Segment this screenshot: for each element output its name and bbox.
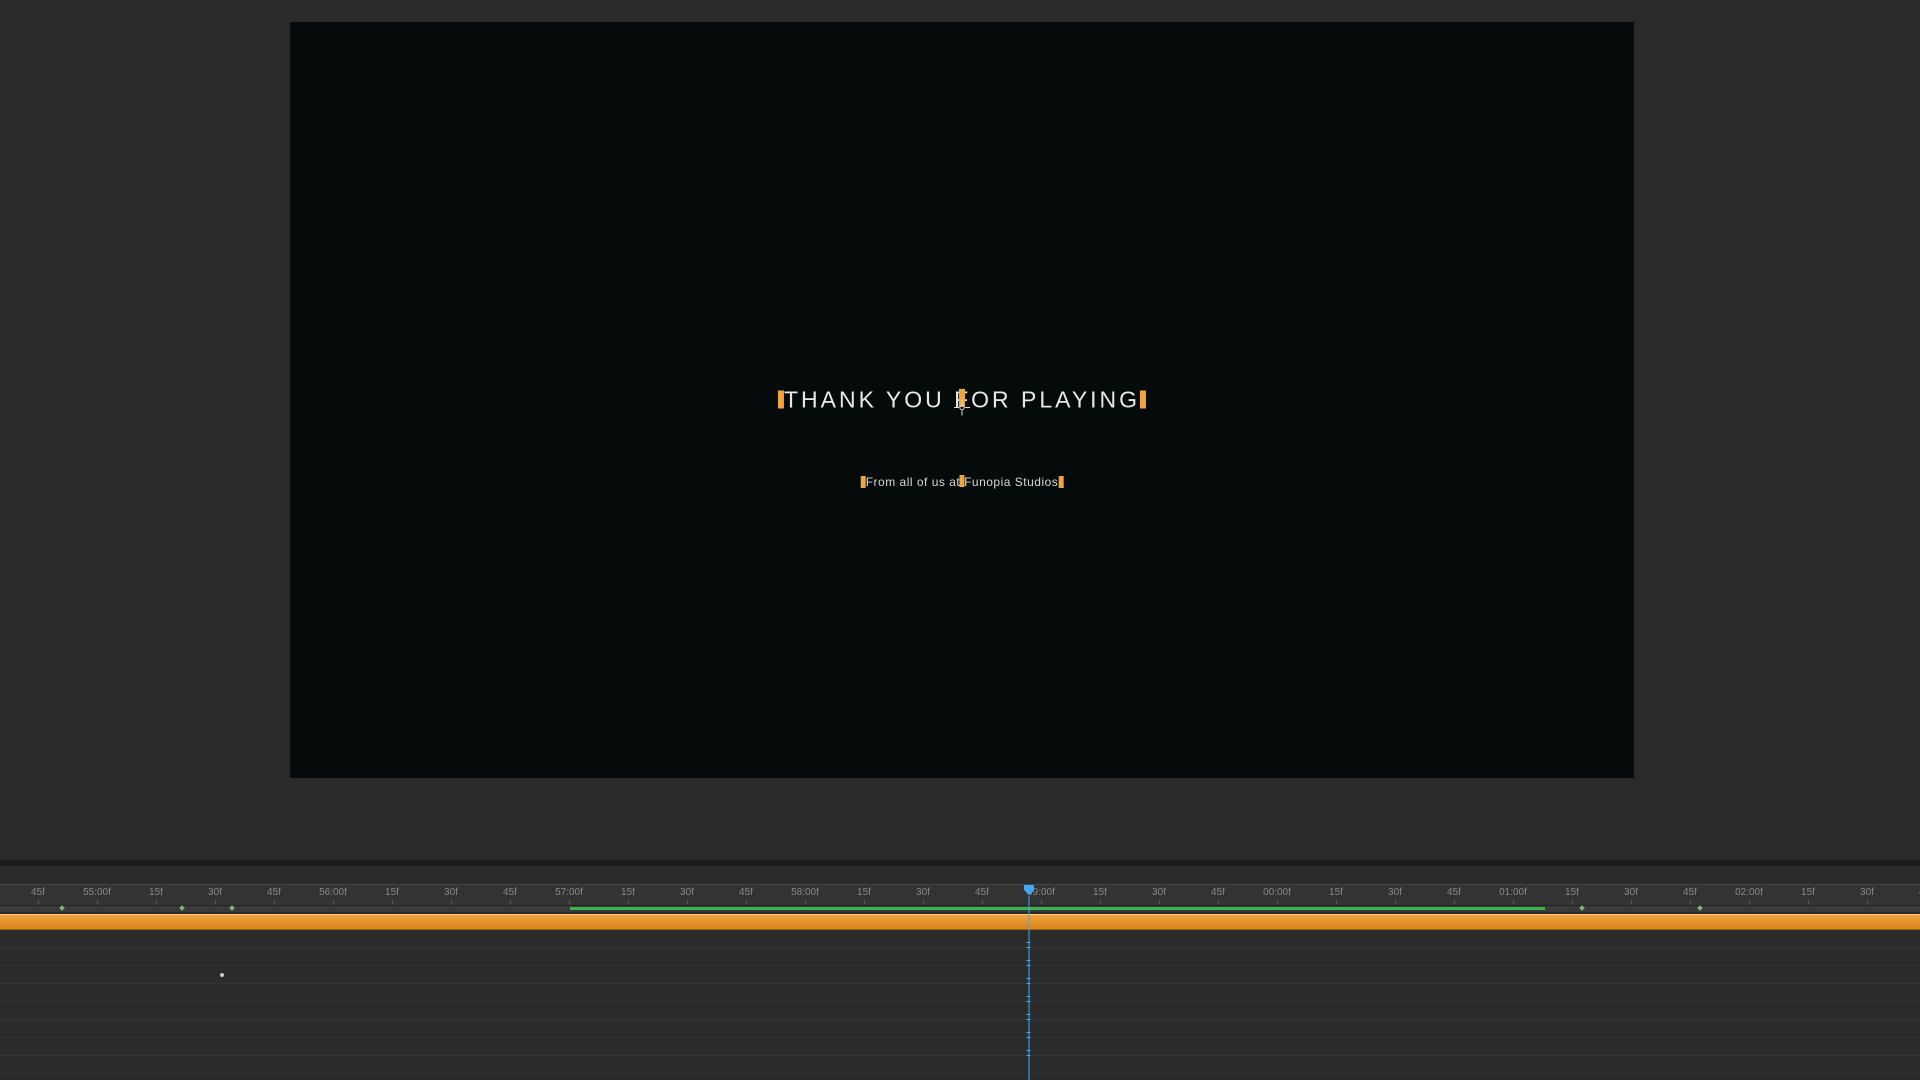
track-row[interactable] <box>0 966 1920 984</box>
ruler-tick-label: 15f <box>1801 887 1815 898</box>
ruler-tick-label: 30f <box>1624 887 1638 898</box>
selection-handle-icon[interactable] <box>1058 476 1063 488</box>
ruler-tick-label: 57:00f <box>555 887 583 898</box>
work-area-bar[interactable] <box>570 907 1545 910</box>
anchor-point-icon[interactable] <box>954 400 970 421</box>
preview-panel: THANK YOU FOR PLAYING From all of us at … <box>0 0 1920 850</box>
ruler-tick-label: 01:00f <box>1499 887 1527 898</box>
marker-icon[interactable] <box>229 905 235 911</box>
ruler-tick-label: 15f <box>1329 887 1343 898</box>
ruler-tick-label: 30f <box>1152 887 1166 898</box>
ruler-tick-label: 45f <box>503 887 517 898</box>
selection-handle-icon[interactable] <box>861 476 866 488</box>
ruler-tick-label: 15f <box>621 887 635 898</box>
ruler-tick-label: 45f <box>739 887 753 898</box>
ruler-tick-label: 15f <box>385 887 399 898</box>
timeline-panel: 45f 55:00f 15f 30f 45f 56:00f 15f 30f 45f 57:00f 1… <box>0 866 1920 1080</box>
ruler-tick-label: 30f <box>1860 887 1874 898</box>
timeline-tracks[interactable] <box>0 930 1920 1080</box>
selection-handle-icon[interactable] <box>1140 390 1146 408</box>
track-row[interactable] <box>0 1002 1920 1020</box>
selection-handle-icon[interactable] <box>778 390 784 408</box>
ruler-tick-label: 45f <box>31 887 45 898</box>
ruler-tick-label: 56:00f <box>319 887 347 898</box>
ruler-tick-label: 30f <box>916 887 930 898</box>
ruler-tick-label: 45f <box>267 887 281 898</box>
ruler-tick-label: 30f <box>680 887 694 898</box>
keyframe-icon[interactable] <box>220 973 224 977</box>
ruler-tick-label: 58:00f <box>791 887 819 898</box>
ruler-tick-label: 45f <box>975 887 989 898</box>
work-area-track[interactable] <box>0 906 1920 912</box>
ruler-tick-label: 55:00f <box>83 887 111 898</box>
ruler-tick-label: 30f <box>444 887 458 898</box>
playhead-line[interactable] <box>1029 896 1030 1080</box>
marker-icon[interactable] <box>179 905 185 911</box>
selection-handle-icon[interactable] <box>960 473 965 491</box>
track-row[interactable] <box>0 948 1920 966</box>
ruler-tick-label: 45f <box>1211 887 1225 898</box>
marker-icon[interactable] <box>59 905 65 911</box>
playhead-indicator[interactable] <box>1023 884 1035 896</box>
ruler-tick-label: 15f <box>1565 887 1579 898</box>
layer-duration-bar[interactable] <box>0 914 1920 930</box>
ruler-tick-label: 15f <box>857 887 871 898</box>
ruler-tick-label: 30f <box>208 887 222 898</box>
ruler-tick-label: 15f <box>1093 887 1107 898</box>
time-ruler[interactable]: 45f 55:00f 15f 30f 45f 56:00f 15f 30f 45f 57:00f 1… <box>0 884 1920 906</box>
marker-icon[interactable] <box>1697 905 1703 911</box>
ruler-tick-label: 45f <box>1683 887 1697 898</box>
composition-viewer[interactable]: THANK YOU FOR PLAYING From all of us at … <box>290 22 1634 778</box>
track-row[interactable] <box>0 1056 1920 1074</box>
track-row[interactable] <box>0 930 1920 948</box>
ruler-tick-label: 15f <box>149 887 163 898</box>
ruler-tick-label: 02:00f <box>1735 887 1763 898</box>
marker-icon[interactable] <box>1579 905 1585 911</box>
ruler-tick-label: 00:00f <box>1263 887 1291 898</box>
ruler-tick-label: 30f <box>1388 887 1402 898</box>
ruler-tick-label: 45f <box>1447 887 1461 898</box>
track-row[interactable] <box>0 1020 1920 1038</box>
track-row[interactable] <box>0 1038 1920 1056</box>
track-row[interactable] <box>0 984 1920 1002</box>
